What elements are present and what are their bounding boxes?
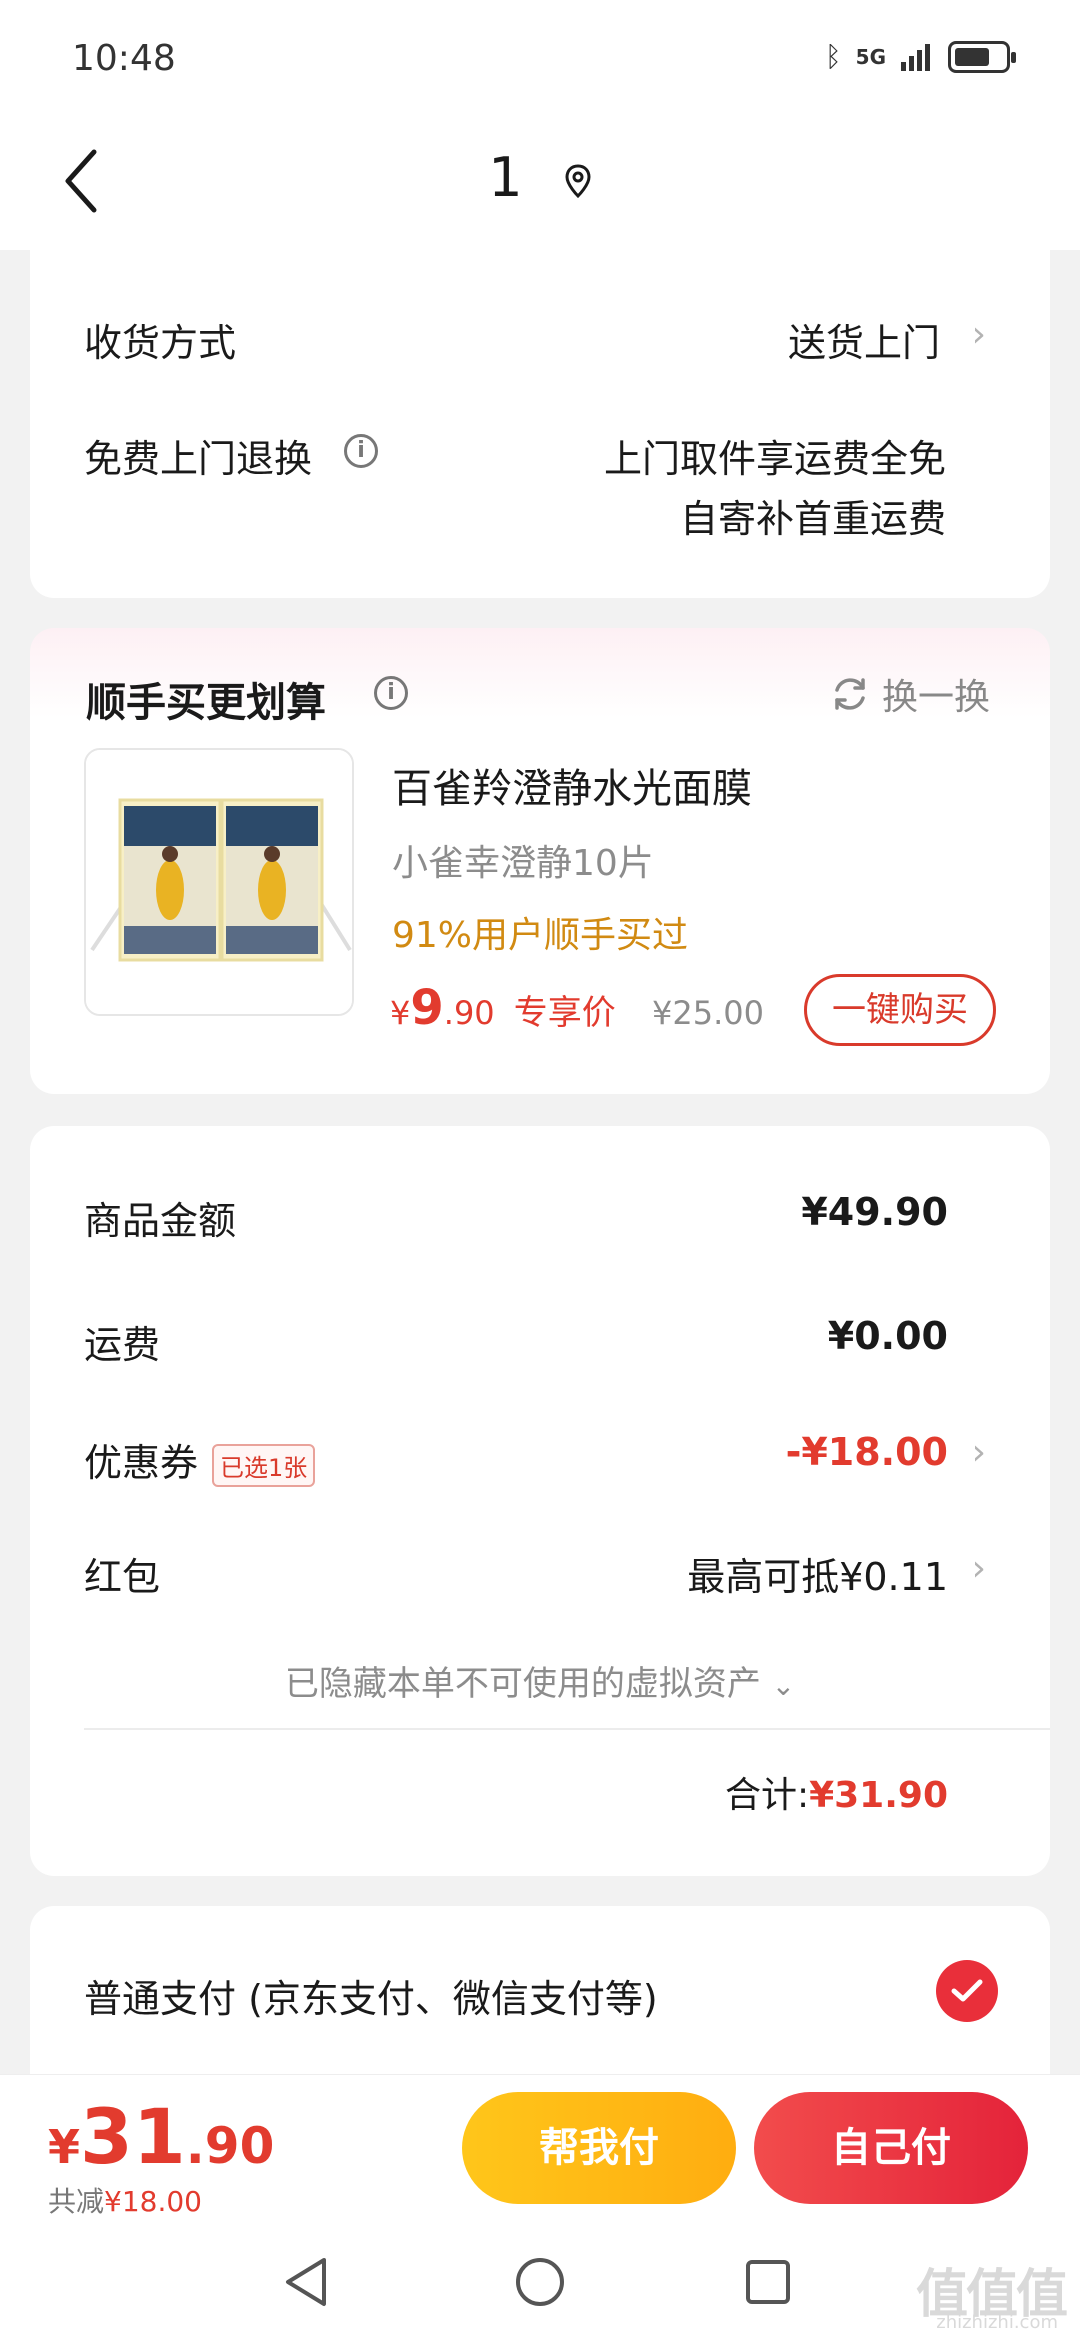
product-hot-label: 91%用户顺手买过 bbox=[392, 915, 689, 956]
savings-value: ¥18.00 bbox=[104, 2185, 202, 2218]
checkout-total: ¥31.90 bbox=[48, 2092, 274, 2181]
product-spec: 小雀幸澄静10片 bbox=[392, 843, 654, 884]
nav-recents-icon[interactable] bbox=[744, 2258, 792, 2306]
hidden-assets-toggle[interactable]: 已隐藏本单不可使用的虚拟资产 ⌄ bbox=[30, 1656, 1050, 1705]
goods-amount-value: ¥49.90 bbox=[801, 1190, 948, 1234]
refresh-icon bbox=[835, 678, 865, 710]
battery-icon bbox=[948, 40, 1016, 73]
location-pin-icon bbox=[565, 164, 591, 199]
red-packet-label: 红包 bbox=[84, 1555, 161, 1599]
free-return-line1: 上门取件享运费全免 bbox=[603, 437, 946, 481]
total-value: ¥31.90 bbox=[809, 1775, 948, 1816]
product-image[interactable] bbox=[84, 748, 354, 1016]
swap-button[interactable]: 换一换 bbox=[830, 668, 990, 720]
order-total: 合计:¥31.90 bbox=[725, 1766, 948, 1818]
price-dec: .90 bbox=[443, 994, 495, 1032]
hidden-assets-note: 已隐藏本单不可使用的虚拟资产 bbox=[284, 1664, 761, 1704]
nav-home-icon[interactable] bbox=[514, 2256, 566, 2308]
header: 1 bbox=[0, 120, 1080, 250]
face-mask-box-image bbox=[86, 750, 352, 1014]
delivery-method-value[interactable]: 送货上门 bbox=[788, 312, 940, 367]
price-int: 9 bbox=[410, 980, 444, 1036]
goods-amount-label: 商品金额 bbox=[84, 1199, 237, 1243]
status-bar: 10:48 ᛒ 5G bbox=[0, 0, 1080, 120]
nav-back-icon[interactable] bbox=[282, 2256, 330, 2308]
network-type: 5G bbox=[855, 44, 886, 69]
product-price: ¥9.90 专享价 bbox=[390, 980, 616, 1036]
checkout-savings: 共减¥18.00 bbox=[48, 2180, 202, 2220]
coupon-selected-badge: 已选1张 bbox=[212, 1444, 316, 1487]
checkout-symbol: ¥ bbox=[48, 2120, 81, 2174]
status-time: 10:48 bbox=[72, 38, 176, 79]
red-packet-value[interactable]: 最高可抵¥0.11 bbox=[687, 1546, 948, 1601]
signal-icon bbox=[901, 43, 930, 71]
price-tag: 专享价 bbox=[513, 993, 616, 1033]
freight-label: 运费 bbox=[84, 1323, 161, 1367]
coupon-chevron-icon[interactable]: › bbox=[972, 1432, 986, 1473]
total-label: 合计: bbox=[724, 1775, 810, 1816]
watermark-url: zhizhizhi.com bbox=[936, 2312, 1058, 2333]
page-title[interactable]: 1 bbox=[0, 146, 1080, 209]
swap-label: 换一换 bbox=[882, 677, 991, 718]
price-symbol: ¥ bbox=[390, 994, 411, 1032]
status-icons: ᛒ 5G bbox=[824, 40, 1016, 73]
red-packet-chevron-icon[interactable]: › bbox=[972, 1548, 986, 1589]
coupon-row[interactable]: 优惠券 已选1张 bbox=[84, 1432, 316, 1487]
freight-value: ¥0.00 bbox=[827, 1314, 948, 1358]
help-me-pay-button[interactable]: 帮我付 bbox=[462, 2092, 736, 2204]
old-price: ¥25.00 bbox=[652, 994, 764, 1032]
coupon-value[interactable]: -¥18.00 bbox=[786, 1430, 948, 1474]
chevron-down-icon: ⌄ bbox=[771, 1669, 796, 1702]
chevron-right-icon[interactable]: › bbox=[972, 314, 986, 355]
delivery-card bbox=[30, 236, 1050, 598]
delivery-method-label: 收货方式 bbox=[84, 321, 237, 365]
payment-option-label[interactable]: 普通支付 (京东支付、微信支付等) bbox=[84, 1968, 658, 2023]
addon-title: 顺手买更划算 bbox=[86, 680, 326, 726]
one-click-buy-button[interactable]: 一键购买 bbox=[804, 974, 996, 1046]
product-name[interactable]: 百雀羚澄静水光面膜 bbox=[392, 756, 752, 814]
free-return-label: 免费上门退换 bbox=[84, 437, 313, 481]
bluetooth-icon: ᛒ bbox=[824, 40, 842, 73]
info-icon[interactable]: i bbox=[344, 434, 378, 468]
addon-info-icon[interactable]: i bbox=[374, 676, 408, 710]
address-title: 1 bbox=[488, 146, 523, 209]
checkout-total-int: 31 bbox=[80, 2092, 186, 2181]
divider bbox=[84, 1728, 1050, 1730]
pay-myself-button[interactable]: 自己付 bbox=[754, 2092, 1028, 2204]
checked-icon[interactable] bbox=[936, 1960, 998, 2022]
free-return-line2: 自寄补首重运费 bbox=[679, 497, 946, 541]
coupon-label: 优惠券 bbox=[84, 1441, 199, 1485]
checkout-total-dec: .90 bbox=[185, 2117, 275, 2175]
savings-label: 共减 bbox=[48, 2185, 105, 2218]
